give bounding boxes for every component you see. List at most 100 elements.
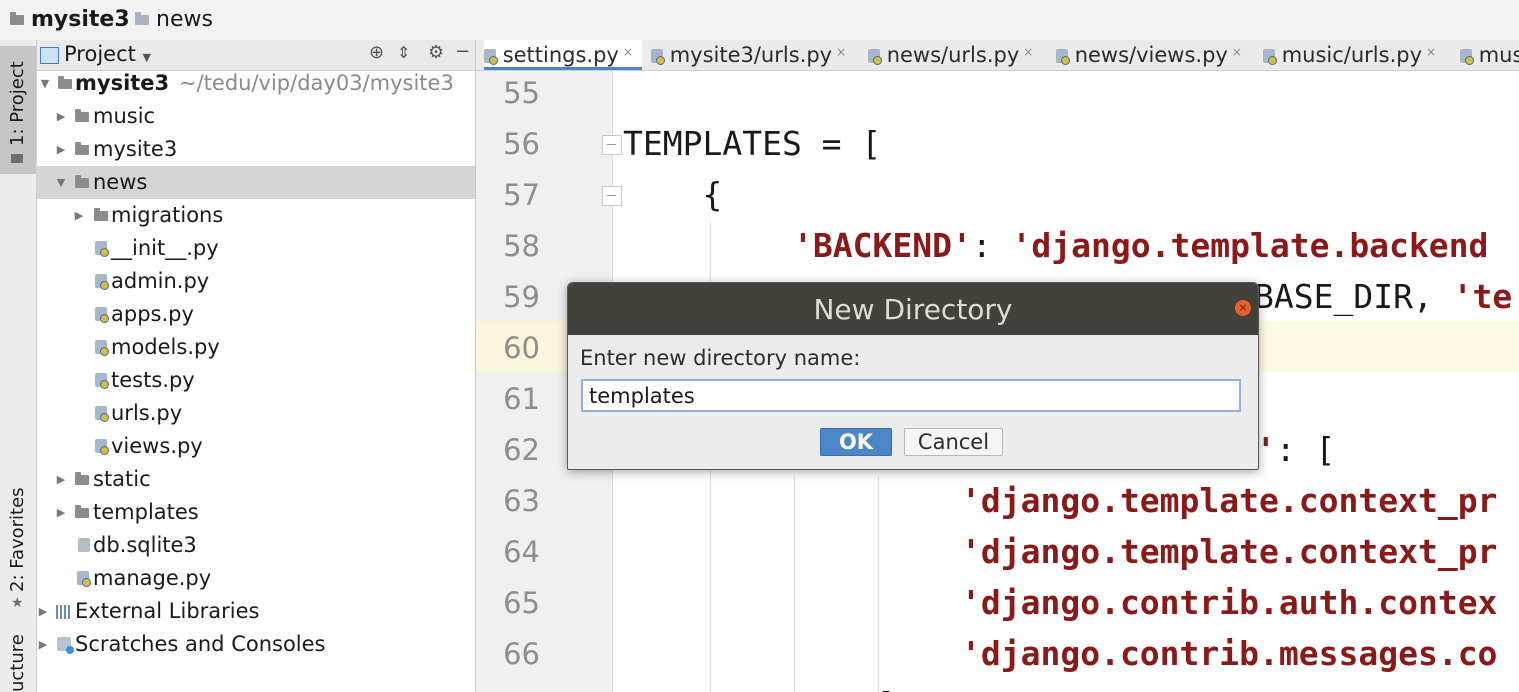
project-view-icon <box>40 47 59 64</box>
project-tool-tab[interactable]: 1: Project <box>0 46 36 174</box>
dialog-titlebar[interactable]: New Directory × <box>568 283 1258 335</box>
tree-item-migrations[interactable]: ▶ migrations <box>37 199 475 232</box>
tree-item-init-py[interactable]: __init__.py <box>37 232 475 265</box>
collapse-all-icon[interactable]: ⇕ <box>397 43 410 62</box>
python-file-icon <box>77 571 91 587</box>
close-tab-icon[interactable]: × <box>1232 45 1242 59</box>
tab-mysite3-urls-py[interactable]: mysite3/urls.py × <box>651 40 846 70</box>
tree-item-external-libraries[interactable]: ▶ External Libraries <box>37 595 475 628</box>
breadcrumb-folder[interactable]: news <box>135 6 213 34</box>
code-string: 'te <box>1452 277 1513 316</box>
tree-item-scratches[interactable]: ▶ Scratches and Consoles <box>37 628 475 661</box>
tab-label: news/urls.py <box>886 43 1020 67</box>
cancel-button[interactable]: Cancel <box>904 428 1003 456</box>
folder-icon <box>75 505 89 518</box>
close-tab-icon[interactable]: × <box>1023 45 1033 59</box>
tab-news-urls-py[interactable]: news/urls.py × <box>868 40 1033 70</box>
tree-item-label: models.py <box>111 335 220 359</box>
folder-icon <box>75 175 89 188</box>
tab-news-views-py[interactable]: news/views.py × <box>1056 40 1242 70</box>
python-file-icon <box>95 241 109 257</box>
project-view-label: Project <box>64 42 136 66</box>
tree-item-label: mysite3 <box>75 71 170 95</box>
line-number: 66 <box>503 637 540 671</box>
collapsed-arrow-icon: ▶ <box>74 209 84 222</box>
breadcrumb-folder-label: news <box>156 7 213 32</box>
tab-label: settings.py <box>502 43 619 67</box>
tree-item-label: migrations <box>111 203 224 227</box>
tool-window-strip: 1: Project 2: Favorites ★ ucture <box>0 40 37 692</box>
tree-item-path: ~/tedu/vip/day03/mysite3 <box>179 71 454 95</box>
tree-item-music[interactable]: ▶ music <box>37 100 475 133</box>
tree-item-manage-py[interactable]: manage.py <box>37 562 475 595</box>
tree-item-label: Scratches and Consoles <box>75 632 326 656</box>
tree-item-static[interactable]: ▶ static <box>37 463 475 496</box>
hide-panel-icon[interactable]: − <box>455 41 470 62</box>
tree-item-mysite3[interactable]: ▶ mysite3 <box>37 133 475 166</box>
tree-item-models-py[interactable]: models.py <box>37 331 475 364</box>
line-number: 58 <box>503 229 540 263</box>
project-panel: Project ▼ ⊕ ⇕ ⚙ − ▼ mysite3 ~/tedu/vip/d… <box>37 40 476 692</box>
folder-icon <box>75 472 89 485</box>
tree-item-urls-py[interactable]: urls.py <box>37 397 475 430</box>
tree-item-label: admin.py <box>111 269 210 293</box>
locate-icon[interactable]: ⊕ <box>369 42 384 63</box>
tree-item-project-root[interactable]: ▼ mysite3 ~/tedu/vip/day03/mysite3 <box>37 67 475 100</box>
project-view-selector[interactable]: Project ▼ <box>64 42 151 66</box>
folder-icon <box>75 142 89 155</box>
code-token: BASE_DIR, <box>1254 277 1453 316</box>
line-number: 59 <box>503 280 540 314</box>
line-number: 57 <box>503 178 540 212</box>
tree-item-label: urls.py <box>111 401 183 425</box>
folder-icon <box>75 109 89 122</box>
code-line-63: 'django.template.context_pr <box>961 481 1498 520</box>
tree-item-apps-py[interactable]: apps.py <box>37 298 475 331</box>
project-tool-tab-label: 1: Project <box>7 61 28 146</box>
tree-item-label: db.sqlite3 <box>93 533 197 557</box>
close-tab-icon[interactable]: × <box>1426 45 1436 59</box>
line-number: 55 <box>503 76 540 110</box>
tab-music-urls-py[interactable]: music/urls.py × <box>1263 40 1436 70</box>
directory-name-input[interactable] <box>581 379 1241 412</box>
tab-mus[interactable]: mus <box>1460 40 1519 70</box>
new-directory-dialog: New Directory × Enter new directory name… <box>567 282 1259 470</box>
tab-label: mus <box>1478 43 1519 67</box>
python-file-icon <box>95 307 109 323</box>
tree-item-label: templates <box>93 500 199 524</box>
fold-marker-icon[interactable] <box>602 186 622 206</box>
close-icon[interactable]: × <box>1235 300 1251 316</box>
python-file-icon <box>95 373 109 389</box>
tree-item-admin-py[interactable]: admin.py <box>37 265 475 298</box>
folder-icon <box>135 12 149 25</box>
navigation-bar: mysite3 news <box>0 0 1519 41</box>
tree-item-news[interactable]: ▼ news <box>37 166 475 199</box>
tree-item-templates[interactable]: ▶ templates <box>37 496 475 529</box>
fold-marker-icon[interactable] <box>602 135 622 155</box>
close-tab-icon[interactable]: × <box>623 45 633 59</box>
expand-arrow-icon: ▼ <box>40 77 50 90</box>
code-token: : [ <box>1275 430 1336 469</box>
gear-icon[interactable]: ⚙ <box>428 42 444 63</box>
tree-item-tests-py[interactable]: tests.py <box>37 364 475 397</box>
tree-item-label: __init__.py <box>111 236 219 260</box>
line-number: 61 <box>503 382 540 416</box>
ok-button[interactable]: OK <box>820 428 892 456</box>
tree-item-label: static <box>93 467 151 491</box>
tab-label: news/views.py <box>1074 43 1228 67</box>
chevron-down-icon: ▼ <box>142 51 152 64</box>
indent-guide <box>794 476 795 692</box>
code-line-67: ], <box>877 685 917 692</box>
collapsed-arrow-icon: ▶ <box>56 506 66 519</box>
tree-item-label: tests.py <box>111 368 195 392</box>
python-file-icon <box>484 49 498 65</box>
tab-settings-py[interactable]: settings.py × <box>484 40 642 70</box>
structure-tool-tab-label: ucture <box>7 634 28 692</box>
favorites-tool-tab[interactable]: 2: Favorites ★ <box>0 470 36 620</box>
line-number: 64 <box>503 535 540 569</box>
breadcrumb-project[interactable]: mysite3 <box>10 6 130 34</box>
tree-item-db-sqlite3[interactable]: db.sqlite3 <box>37 529 475 562</box>
close-tab-icon[interactable]: × <box>836 45 846 59</box>
structure-tool-tab[interactable]: ucture <box>0 630 36 692</box>
tree-item-views-py[interactable]: views.py <box>37 430 475 463</box>
code-line-59: BASE_DIR, 'te <box>1254 277 1512 316</box>
